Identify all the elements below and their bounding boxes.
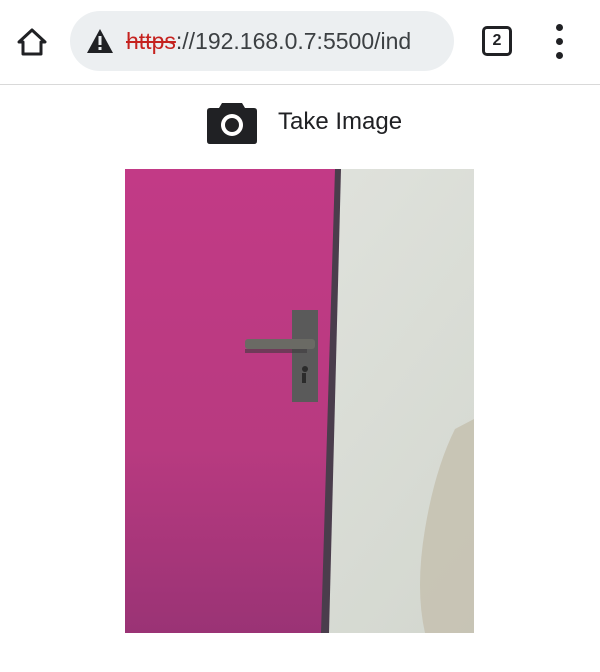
take-image-label: Take Image bbox=[278, 108, 403, 135]
take-image-button[interactable]: Take Image bbox=[206, 98, 402, 146]
menu-dot bbox=[556, 24, 563, 31]
menu-dot bbox=[556, 52, 563, 59]
url-text[interactable]: https://192.168.0.7:5500/ind bbox=[126, 11, 448, 71]
captured-photo bbox=[125, 169, 474, 633]
tab-switcher-button[interactable]: 2 bbox=[482, 26, 512, 56]
home-icon bbox=[17, 28, 47, 56]
home-button[interactable] bbox=[14, 22, 50, 62]
url-host-path: ://192.168.0.7:5500/ind bbox=[175, 28, 412, 54]
tab-count: 2 bbox=[492, 32, 502, 49]
door-photo-image bbox=[125, 169, 474, 633]
camera-icon bbox=[207, 103, 257, 144]
more-menu-button[interactable] bbox=[546, 24, 574, 60]
browser-toolbar: https://192.168.0.7:5500/ind 2 bbox=[0, 0, 600, 85]
menu-dot bbox=[556, 38, 563, 45]
url-scheme: https bbox=[126, 28, 176, 54]
warning-icon[interactable] bbox=[86, 28, 114, 54]
address-bar[interactable]: https://192.168.0.7:5500/ind bbox=[70, 11, 454, 71]
